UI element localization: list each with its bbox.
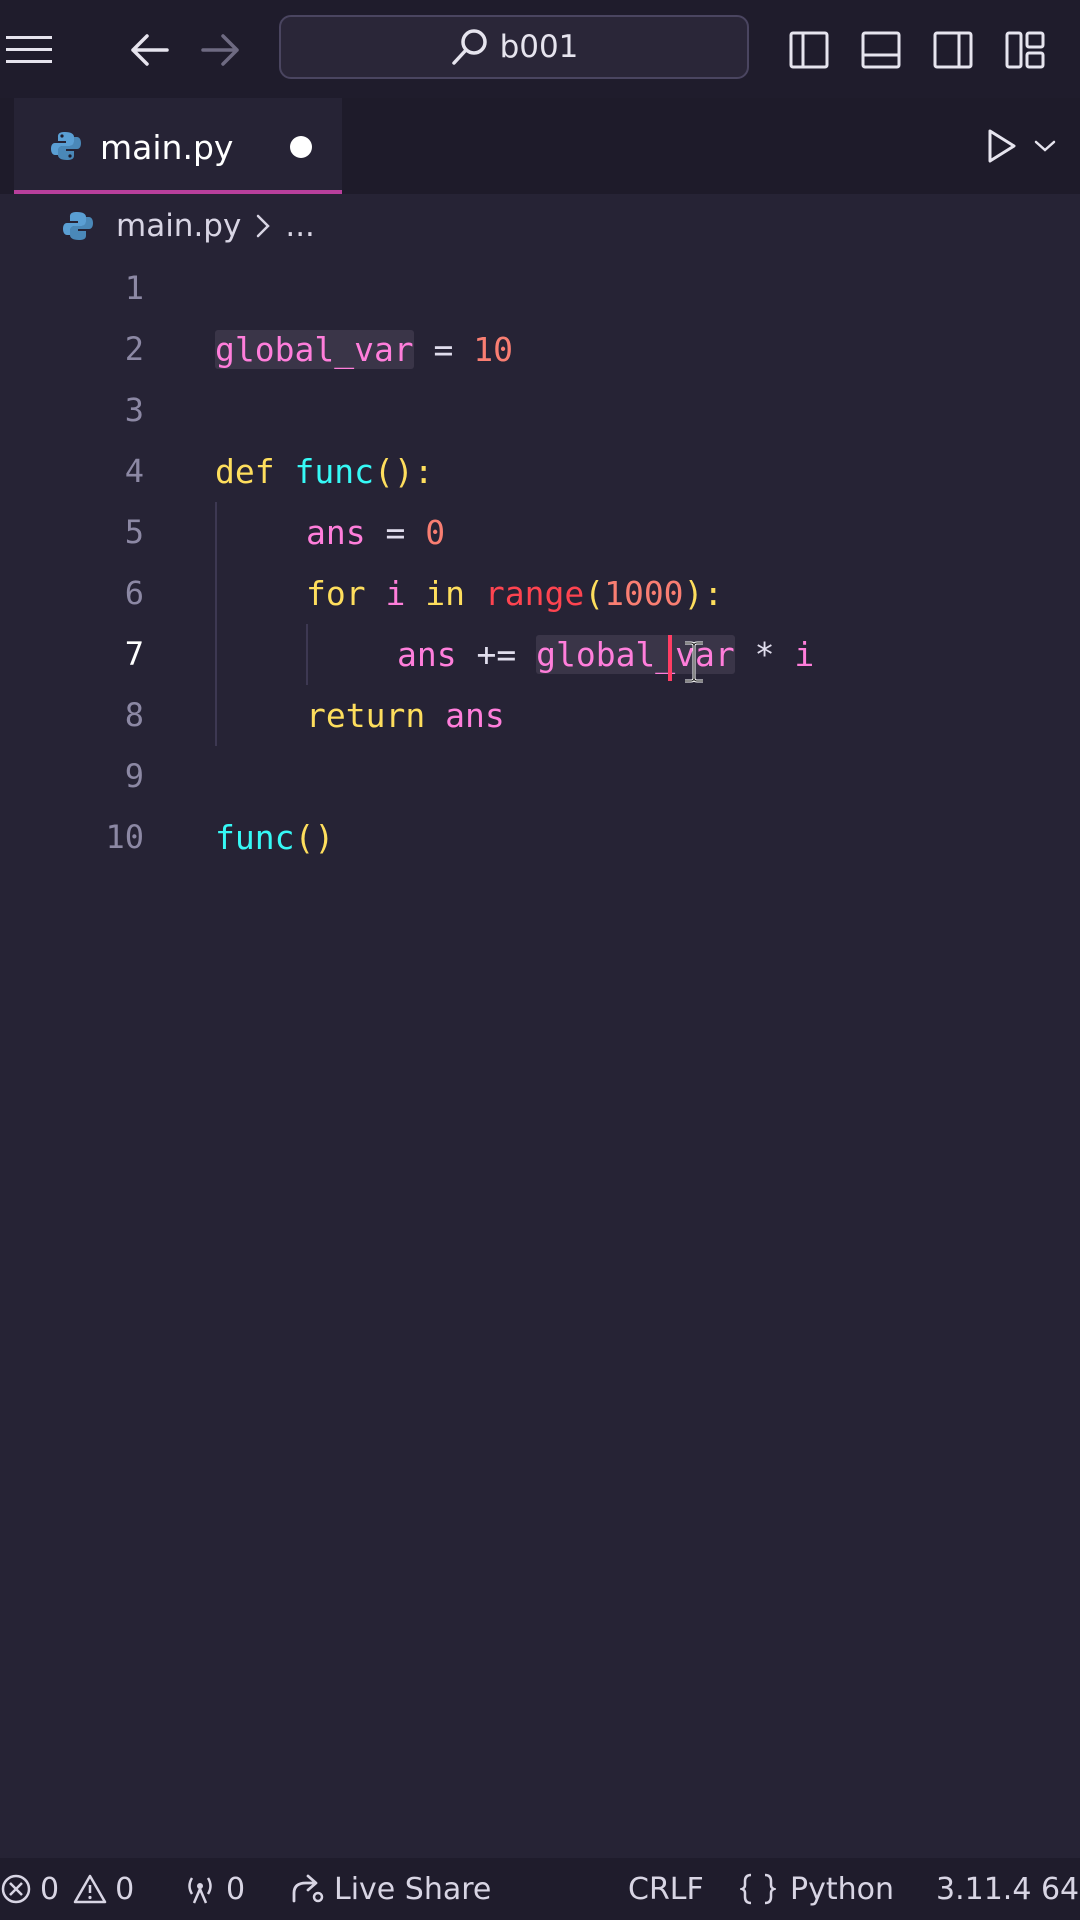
line-number: 6: [124, 574, 144, 612]
ports-indicator[interactable]: 0: [182, 1858, 245, 1920]
live-share-label: Live Share: [334, 1871, 492, 1907]
error-count: 0: [40, 1871, 60, 1907]
ibeam-cursor-icon: [685, 641, 703, 683]
code-line[interactable]: 10 func(): [0, 807, 1080, 868]
text-cursor: [668, 635, 672, 681]
code-text: return ans: [306, 696, 505, 735]
code-text: for i in range(1000):: [306, 574, 724, 613]
python-file-icon: [63, 212, 93, 240]
code-line[interactable]: 9: [0, 746, 1080, 807]
code-text: func(): [215, 818, 335, 857]
ports-count: 0: [226, 1871, 246, 1907]
code-line[interactable]: 8 return ans: [0, 685, 1080, 746]
tab-label: main.py: [100, 128, 234, 167]
code-text: ans += global_var * i: [397, 635, 815, 674]
line-number: 3: [124, 391, 144, 429]
problems-indicator[interactable]: 0 0: [0, 1858, 134, 1920]
python-interpreter-indicator[interactable]: 3.11.4 64-: [928, 1858, 1080, 1920]
toggle-panel-icon[interactable]: [858, 28, 904, 72]
code-line[interactable]: 5 ans = 0: [0, 502, 1080, 563]
python-version-label: 3.11.4 64-: [936, 1871, 1080, 1907]
customize-layout-icon[interactable]: [1002, 28, 1048, 72]
breadcrumb-more[interactable]: ...: [285, 208, 315, 244]
broadcast-icon: [188, 1877, 212, 1904]
line-number: 9: [124, 757, 144, 795]
forward-arrow-icon[interactable]: [198, 28, 244, 72]
editor-tab-bar: main.py: [0, 98, 1080, 194]
line-number: 5: [124, 513, 144, 551]
breadcrumb: main.py ...: [62, 204, 315, 248]
status-bar: 0 0 0 Live Share CRLF Python 3.11.4 64-: [0, 1858, 1080, 1920]
code-line[interactable]: 4 def func():: [0, 441, 1080, 502]
language-label: Python: [790, 1871, 894, 1907]
code-text: global_var = 10: [215, 330, 514, 369]
code-line[interactable]: 6 for i in range(1000):: [0, 563, 1080, 624]
code-text: ans = 0: [306, 513, 446, 552]
live-share-icon: [292, 1874, 324, 1903]
code-line[interactable]: 2 global_var = 10: [0, 319, 1080, 380]
warning-count: 0: [115, 1871, 135, 1907]
curly-braces-icon: [740, 1873, 776, 1905]
line-number: 10: [105, 818, 144, 856]
error-icon: [1, 1874, 31, 1904]
back-arrow-icon[interactable]: [126, 28, 172, 72]
line-number: 7: [124, 635, 144, 673]
breadcrumb-file[interactable]: main.py: [116, 208, 241, 244]
line-number: 1: [124, 269, 144, 307]
line-number: 2: [124, 330, 144, 368]
eol-label: CRLF: [628, 1871, 704, 1907]
run-options-chevron-down-icon[interactable]: [1030, 134, 1060, 158]
python-file-icon: [51, 132, 81, 160]
code-line-active[interactable]: 7 ans += global_var * i: [0, 624, 1080, 685]
language-mode-indicator[interactable]: Python: [740, 1858, 894, 1920]
line-number: 4: [124, 452, 144, 490]
run-python-file-icon[interactable]: [980, 122, 1024, 170]
code-line[interactable]: 3: [0, 380, 1080, 441]
toggle-primary-sidebar-icon[interactable]: [786, 28, 832, 72]
toggle-secondary-sidebar-icon[interactable]: [930, 28, 976, 72]
warning-icon: [73, 1874, 107, 1904]
code-text: def func():: [215, 452, 434, 491]
active-tab-indicator: [14, 190, 342, 194]
unsaved-changes-dot-icon[interactable]: [290, 136, 312, 158]
search-icon: [451, 29, 487, 65]
chevron-right-icon: [257, 214, 271, 238]
code-editor[interactable]: 1 2 global_var = 10 3 4 def func(): 5 an…: [0, 258, 1080, 1858]
command-center-search[interactable]: b001: [279, 15, 749, 79]
menu-icon[interactable]: [4, 30, 54, 70]
line-number: 8: [124, 696, 144, 734]
live-share-button[interactable]: Live Share: [290, 1858, 491, 1920]
title-bar: b001: [0, 0, 1080, 98]
eol-indicator[interactable]: CRLF: [622, 1858, 704, 1920]
search-text: b001: [499, 29, 579, 65]
code-line[interactable]: 1: [0, 258, 1080, 319]
